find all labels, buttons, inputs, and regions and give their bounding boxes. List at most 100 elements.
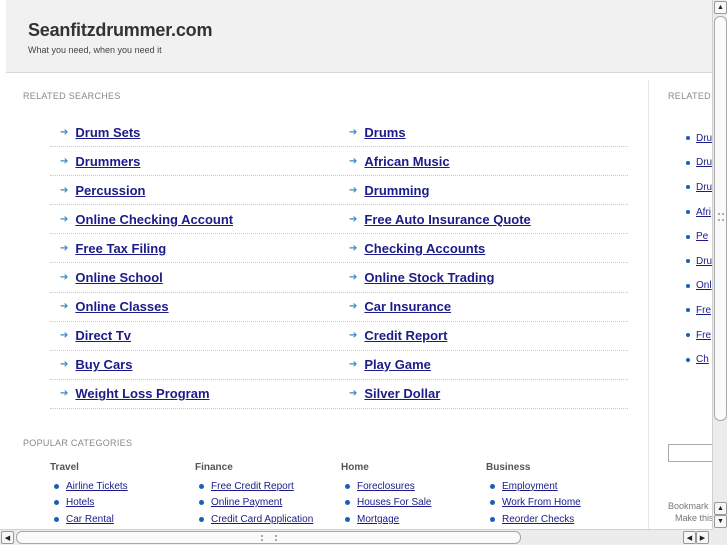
sidebar: RELATED Dru Dru Dru Afri Pe Dru Onl Fre … (656, 80, 712, 530)
category-link[interactable]: Credit Card Application (211, 514, 313, 525)
sidebar-item: Dru (686, 151, 712, 176)
related-search-item: ➔ Percussion (50, 176, 339, 204)
triangle-up-icon: ▲ (717, 4, 724, 11)
related-search-row: ➔ Direct Tv ➔ Credit Report (50, 322, 628, 351)
category-link[interactable]: Car Rental (66, 514, 114, 525)
related-search-link[interactable]: Online Classes (75, 299, 168, 314)
category-business: Business Employment Work From Home Reord… (486, 462, 631, 528)
related-search-link[interactable]: Car Insurance (364, 299, 451, 314)
scroll-left-button-right[interactable]: ◀ (683, 531, 696, 544)
category-link[interactable]: Free Credit Report (211, 481, 294, 492)
bullet-icon (686, 283, 690, 288)
arrow-right-icon: ➔ (60, 242, 69, 254)
arrow-right-icon: ➔ (60, 213, 69, 225)
category-item: Online Payment (195, 495, 340, 512)
category-link[interactable]: Work From Home (502, 497, 581, 508)
category-link[interactable]: Airline Tickets (66, 481, 128, 492)
related-search-item: ➔ Free Auto Insurance Quote (339, 205, 628, 233)
category-link[interactable]: Foreclosures (357, 481, 415, 492)
sidebar-link[interactable]: Pe (696, 231, 708, 242)
category-link[interactable]: Employment (502, 481, 558, 492)
bullet-icon (54, 500, 59, 506)
horizontal-scroll-thumb[interactable] (16, 531, 521, 544)
vertical-scrollbar[interactable]: ▲ ▲ ▼ (712, 0, 727, 529)
sidebar-link[interactable]: Fre (696, 305, 711, 316)
sidebar-item: Fre (686, 323, 712, 348)
category-link[interactable]: Mortgage (357, 514, 399, 525)
category-link[interactable]: Online Payment (211, 497, 282, 508)
related-search-link[interactable]: Checking Accounts (364, 241, 485, 256)
scroll-up-button[interactable]: ▲ (714, 1, 727, 14)
related-search-link[interactable]: Free Tax Filing (75, 241, 166, 256)
sidebar-link[interactable]: Afri (696, 207, 711, 218)
category-home: Home Foreclosures Houses For Sale Mortga… (341, 462, 486, 528)
related-search-link[interactable]: Buy Cars (75, 357, 132, 372)
related-searches-heading: RELATED SEARCHES (23, 91, 121, 101)
related-search-link[interactable]: Direct Tv (75, 328, 131, 343)
grip-icon (261, 535, 277, 541)
site-title: Seanfitzdrummer.com (28, 20, 213, 40)
sidebar-item: Onl (686, 274, 712, 299)
vertical-scroll-thumb[interactable] (714, 16, 727, 421)
triangle-right-icon: ▶ (699, 534, 706, 542)
bullet-icon (686, 136, 690, 141)
related-search-item: ➔ Checking Accounts (339, 234, 628, 262)
popular-categories-heading: POPULAR CATEGORIES (23, 438, 133, 448)
related-search-link[interactable]: Silver Dollar (364, 386, 440, 401)
category-item: Work From Home (486, 495, 631, 512)
bullet-icon (686, 185, 690, 190)
category-link[interactable]: Reorder Checks (502, 514, 574, 525)
category-link[interactable]: Hotels (66, 497, 94, 508)
related-search-link[interactable]: Drum Sets (75, 125, 140, 140)
scroll-down-button[interactable]: ▼ (714, 515, 727, 528)
related-search-item: ➔ Direct Tv (50, 322, 339, 350)
sidebar-link[interactable]: Fre (696, 330, 711, 341)
related-search-link[interactable]: Online Stock Trading (364, 270, 494, 285)
arrow-right-icon: ➔ (60, 155, 69, 167)
sidebar-item: Dru (686, 126, 712, 151)
sidebar-link[interactable]: Dru (696, 256, 712, 267)
sidebar-link[interactable]: Dru (696, 133, 712, 144)
related-search-link[interactable]: Online School (75, 270, 162, 285)
sidebar-item: Ch (686, 347, 712, 372)
sidebar-search-input[interactable] (668, 444, 712, 462)
bullet-icon (490, 483, 495, 489)
arrow-right-icon: ➔ (349, 184, 358, 196)
category-item: Car Rental (50, 511, 195, 528)
scroll-left-button[interactable]: ◀ (1, 531, 14, 544)
related-search-link[interactable]: Weight Loss Program (75, 386, 209, 401)
make-homepage-link[interactable]: Make this (668, 512, 712, 524)
arrow-right-icon: ➔ (349, 126, 358, 138)
related-search-item: ➔ Credit Report (339, 322, 628, 350)
related-search-link[interactable]: African Music (364, 154, 449, 169)
main-content: RELATED SEARCHES ➔ Drum Sets ➔ Drums ➔ Drum… (6, 80, 649, 530)
related-search-link[interactable]: Percussion (75, 183, 145, 198)
related-search-link[interactable]: Credit Report (364, 328, 447, 343)
scroll-up-button-lower[interactable]: ▲ (714, 502, 727, 515)
related-search-link[interactable]: Free Auto Insurance Quote (364, 212, 530, 227)
bullet-icon (199, 483, 204, 489)
category-item: Houses For Sale (341, 495, 486, 512)
bookmark-link[interactable]: Bookmark (668, 500, 712, 512)
related-search-item: ➔ Online Checking Account (50, 205, 339, 233)
related-search-row: ➔ Online School ➔ Online Stock Trading (50, 263, 628, 293)
related-search-link[interactable]: Drums (364, 125, 405, 140)
sidebar-link[interactable]: Onl (696, 280, 712, 291)
sidebar-link[interactable]: Ch (696, 354, 709, 365)
scroll-right-button[interactable]: ▶ (696, 531, 709, 544)
sidebar-link[interactable]: Dru (696, 157, 712, 168)
arrow-right-icon: ➔ (60, 388, 69, 400)
horizontal-scrollbar[interactable]: ◀ ◀ ▶ (0, 529, 727, 545)
sidebar-item: Dru (686, 249, 712, 274)
related-search-link[interactable]: Drumming (364, 183, 429, 198)
bullet-icon (345, 500, 350, 506)
sidebar-link[interactable]: Dru (696, 182, 712, 193)
related-search-link[interactable]: Online Checking Account (75, 212, 233, 227)
category-link[interactable]: Houses For Sale (357, 497, 431, 508)
arrow-right-icon: ➔ (60, 126, 69, 138)
triangle-left-icon: ◀ (686, 534, 693, 542)
related-search-item: ➔ Free Tax Filing (50, 234, 339, 262)
related-search-link[interactable]: Play Game (364, 357, 431, 372)
arrow-right-icon: ➔ (349, 330, 358, 342)
related-search-link[interactable]: Drummers (75, 154, 140, 169)
